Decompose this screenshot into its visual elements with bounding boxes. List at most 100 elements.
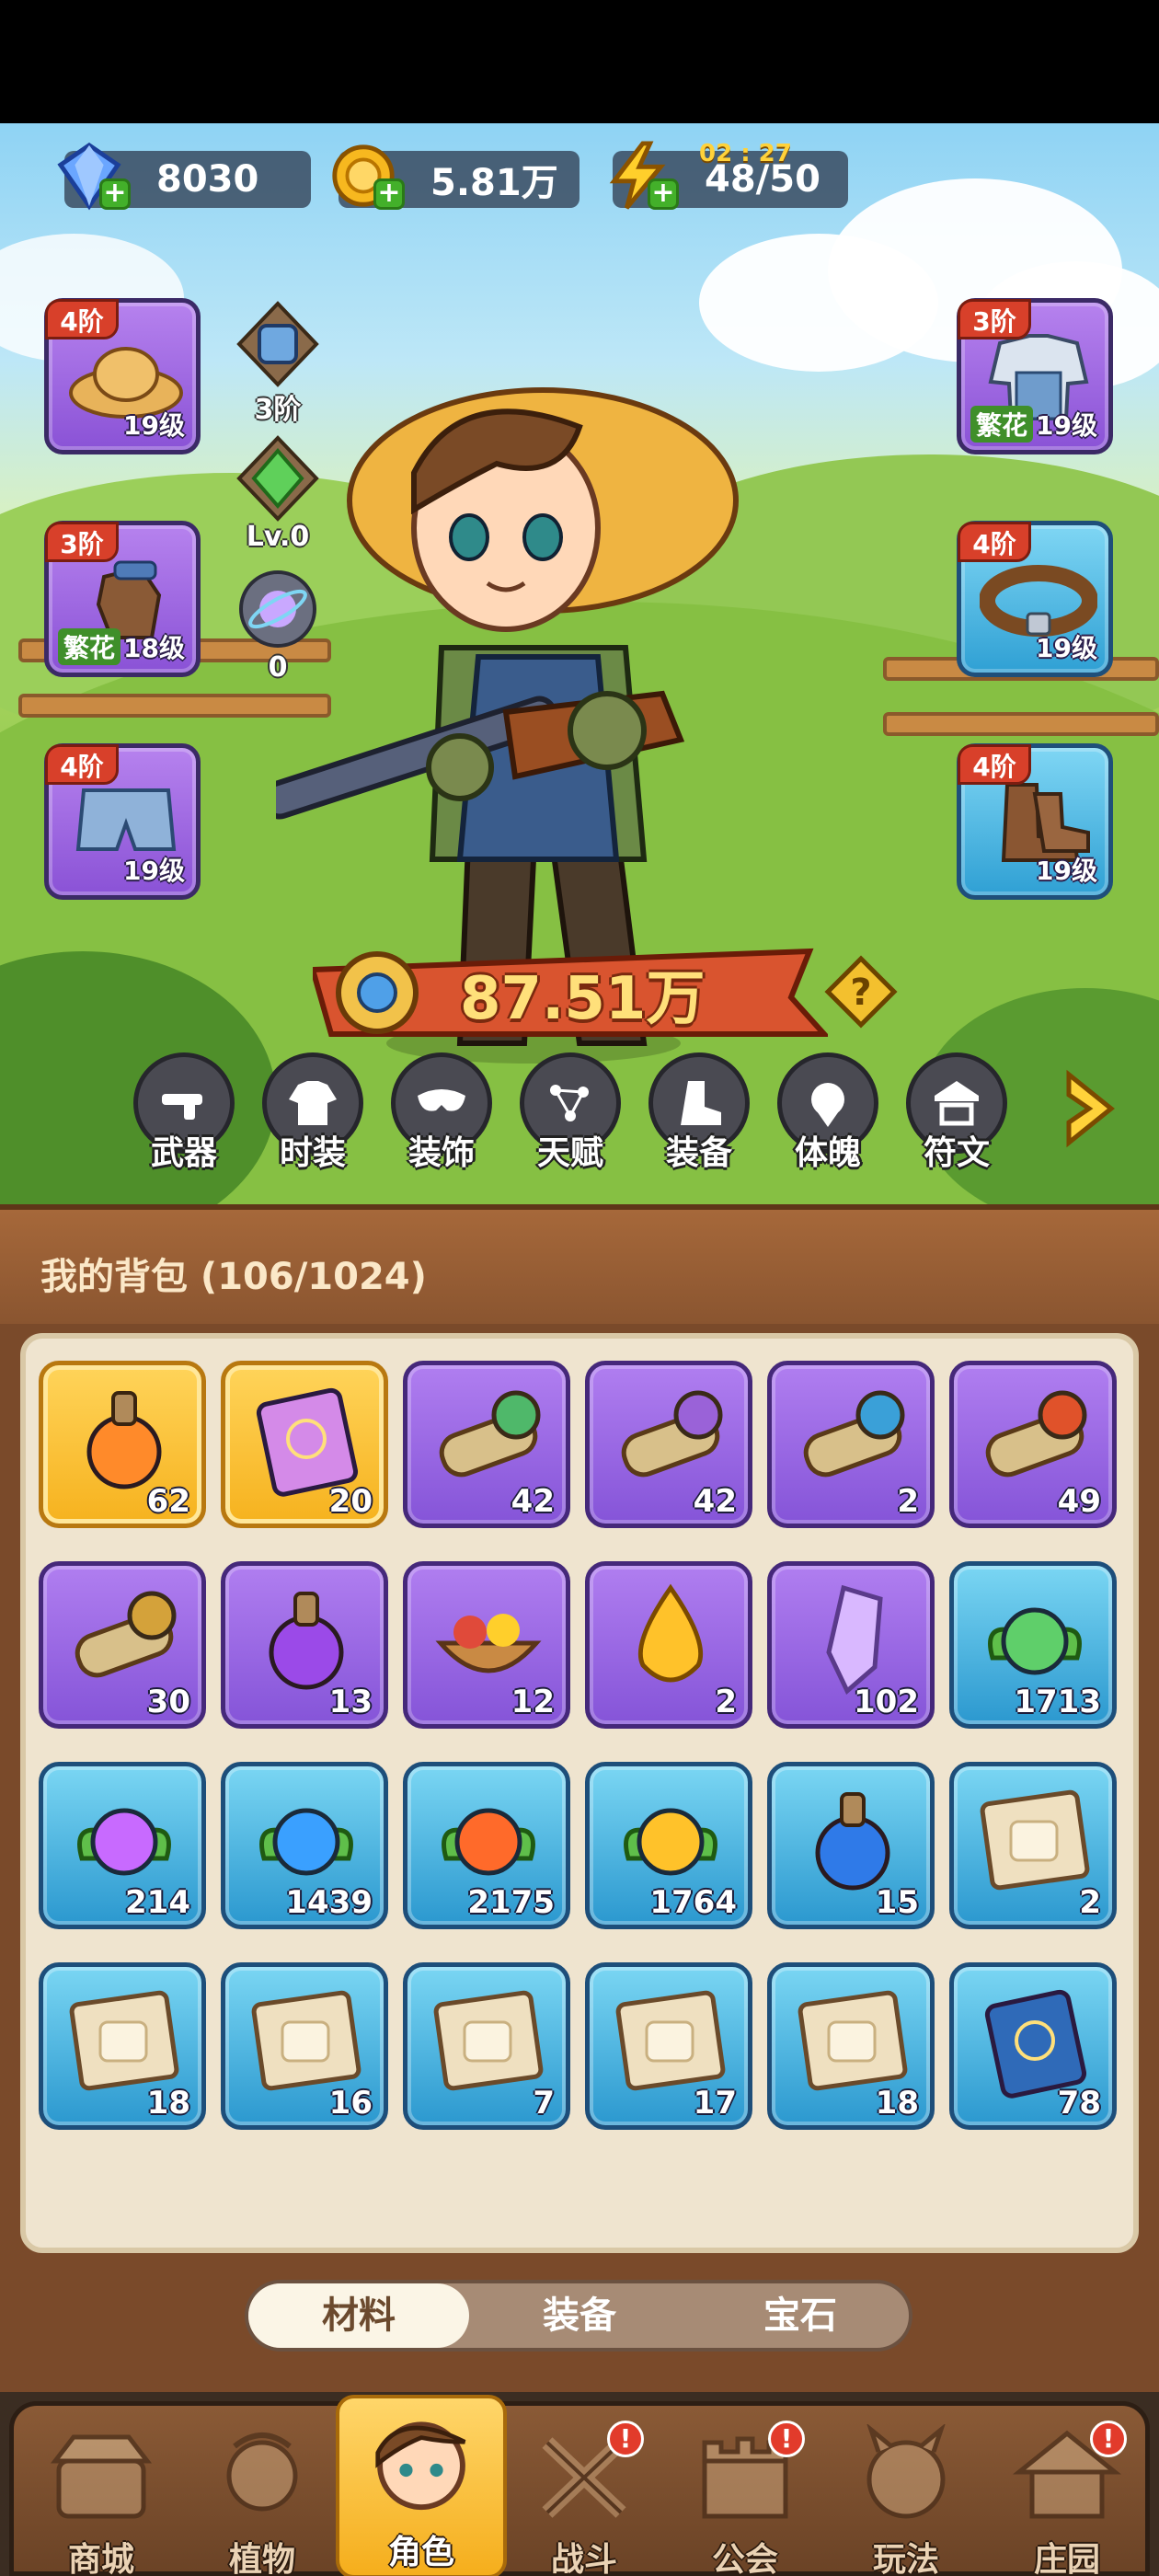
purple-potion-icon (269, 1592, 344, 1690)
nav-gameplay[interactable]: 玩法 (837, 2422, 975, 2576)
inventory-item[interactable]: 102 (767, 1561, 935, 1729)
yellow-seed-icon (624, 1808, 717, 1876)
item-count: 42 (511, 1483, 555, 1520)
inventory-item[interactable]: 1713 (949, 1561, 1117, 1729)
tab-decoration[interactable]: 装饰 (386, 1052, 497, 1181)
tab-equipment[interactable]: 装备 (644, 1052, 754, 1181)
green-seed-icon (988, 1607, 1082, 1675)
equip-slot-boots[interactable]: 4阶 19级 (957, 743, 1113, 900)
nav-manor[interactable]: 庄园 ! (998, 2421, 1136, 2576)
inventory-item[interactable]: 18 (767, 1962, 935, 2130)
inventory-item[interactable]: 12 (403, 1561, 570, 1729)
inventory-item[interactable]: 2 (585, 1561, 752, 1729)
nav-label: 植物 (228, 2541, 295, 2576)
shop-icon (50, 2434, 153, 2519)
inventory-item[interactable]: 30 (39, 1561, 206, 1729)
constellation-icon (550, 1085, 589, 1121)
coin-counter[interactable]: + 5.81万 (332, 144, 580, 210)
inventory-item[interactable]: 42 (403, 1361, 570, 1528)
blue-seed-icon (259, 1808, 353, 1876)
inventory-item[interactable]: 1764 (585, 1762, 752, 1929)
item-count: 12 (511, 1684, 555, 1720)
tier-badge: 4阶 (45, 299, 119, 339)
inventory-title: 我的背包 (106/1024) (40, 1256, 427, 1298)
add-gems-button[interactable]: + (99, 178, 131, 210)
inventory-item[interactable]: 17 (585, 1962, 752, 2130)
inventory-item[interactable]: 7 (403, 1962, 570, 2130)
tab-weapon[interactable]: 武器 (129, 1052, 239, 1181)
nav-guild[interactable]: 公会 ! (676, 2421, 814, 2576)
blue-book-icon (984, 1989, 1087, 2099)
notification-badge: ! (607, 2421, 644, 2457)
inventory-item[interactable]: 16 (221, 1962, 388, 2130)
item-count: 20 (328, 1483, 373, 1520)
tier-badge: 3阶 (45, 522, 119, 562)
tab-rune[interactable]: 符文 (901, 1052, 1012, 1181)
chevron-right-icon[interactable] (1058, 1067, 1122, 1150)
inventory-item[interactable]: 2175 (403, 1762, 570, 1929)
inventory-item[interactable]: 62 (39, 1361, 206, 1528)
help-icon[interactable]: ? (824, 955, 898, 1029)
monster-icon (866, 2422, 947, 2519)
inventory-item[interactable]: 20 (221, 1361, 388, 1528)
item-count: 78 (1057, 2085, 1101, 2122)
level-label: 19级 (123, 410, 185, 441)
blue-potion-icon (815, 1792, 890, 1891)
nav-plants[interactable]: 植物 (193, 2424, 331, 2576)
inventory-item[interactable]: 2 (767, 1361, 935, 1528)
tab-physique[interactable]: 体魄 (773, 1052, 883, 1181)
equip-slot-pants[interactable]: 4阶 19级 (44, 743, 201, 900)
level-label: 18级 (123, 633, 185, 663)
nav-label: 商城 (67, 2541, 134, 2576)
nav-battle[interactable]: 战斗 ! (515, 2421, 653, 2576)
green-scroll-icon (439, 1390, 541, 1478)
equip-slot-top[interactable]: 3阶 繁花 19级 (957, 298, 1113, 454)
item-count: 2 (1079, 1884, 1101, 1921)
shirt-icon (289, 1081, 337, 1125)
inventory-item[interactable]: 1439 (221, 1762, 388, 1929)
character-avatar-icon (375, 2421, 466, 2511)
nav-shop[interactable]: 商城 (32, 2424, 170, 2576)
red-scroll-icon (985, 1390, 1087, 1478)
filter-tab-gems[interactable]: 宝石 (690, 2283, 911, 2348)
inventory-item[interactable]: 49 (949, 1361, 1117, 1528)
feature-tabs: 武器 时装 装饰 天赋 装备 体魄 符文 (129, 1052, 1159, 1181)
item-count: 13 (328, 1684, 373, 1720)
blueprint-shirt-icon (69, 1990, 179, 2091)
inventory-item[interactable]: 2 (949, 1762, 1117, 1929)
inventory-item[interactable]: 42 (585, 1361, 752, 1528)
equip-slot-gloves[interactable]: 3阶 繁花 18级 (44, 521, 201, 677)
inventory-item[interactable]: 18 (39, 1962, 206, 2130)
item-count: 18 (875, 2085, 919, 2122)
inventory-item[interactable]: 15 (767, 1762, 935, 1929)
add-coins-button[interactable]: + (373, 178, 405, 210)
equip-slot-hat[interactable]: 4阶 19级 (44, 298, 201, 454)
plant-icon (226, 2432, 298, 2512)
item-count: 2 (897, 1483, 919, 1520)
filter-tab-equipment[interactable]: 装备 (469, 2283, 690, 2348)
tab-talent[interactable]: 天赋 (515, 1052, 625, 1181)
nav-label: 公会 (711, 2541, 778, 2576)
tab-label: 天赋 (536, 1134, 603, 1172)
tier-badge: 4阶 (45, 744, 119, 785)
tab-label: 装饰 (407, 1134, 475, 1172)
equip-slot-belt[interactable]: 4阶 19级 (957, 521, 1113, 677)
gun-icon (162, 1094, 202, 1120)
tier-badge: 4阶 (958, 744, 1031, 785)
power-banner (313, 948, 828, 1037)
item-count: 18 (146, 2085, 190, 2122)
filter-tab-materials[interactable]: 材料 (248, 2283, 469, 2348)
character-scene: + 8030 + 5.81万 + 48/50 02 : 27 4阶 19级 3阶… (0, 123, 1159, 1204)
tab-label: 时装 (279, 1134, 346, 1172)
inventory-item[interactable]: 214 (39, 1762, 206, 1929)
inventory-item[interactable]: 78 (949, 1962, 1117, 2130)
spell-book-icon (256, 1387, 359, 1497)
nav-character[interactable]: 角色 (336, 2395, 507, 2576)
inventory-item[interactable]: 13 (221, 1561, 388, 1729)
orange-potion-icon (86, 1391, 162, 1489)
gem-counter[interactable]: + 8030 (57, 142, 311, 211)
add-energy-button[interactable]: + (648, 178, 679, 210)
nav-label: 庄园 (1033, 2541, 1100, 2576)
tab-fashion[interactable]: 时装 (258, 1052, 368, 1181)
item-count: 1713 (1014, 1684, 1101, 1720)
